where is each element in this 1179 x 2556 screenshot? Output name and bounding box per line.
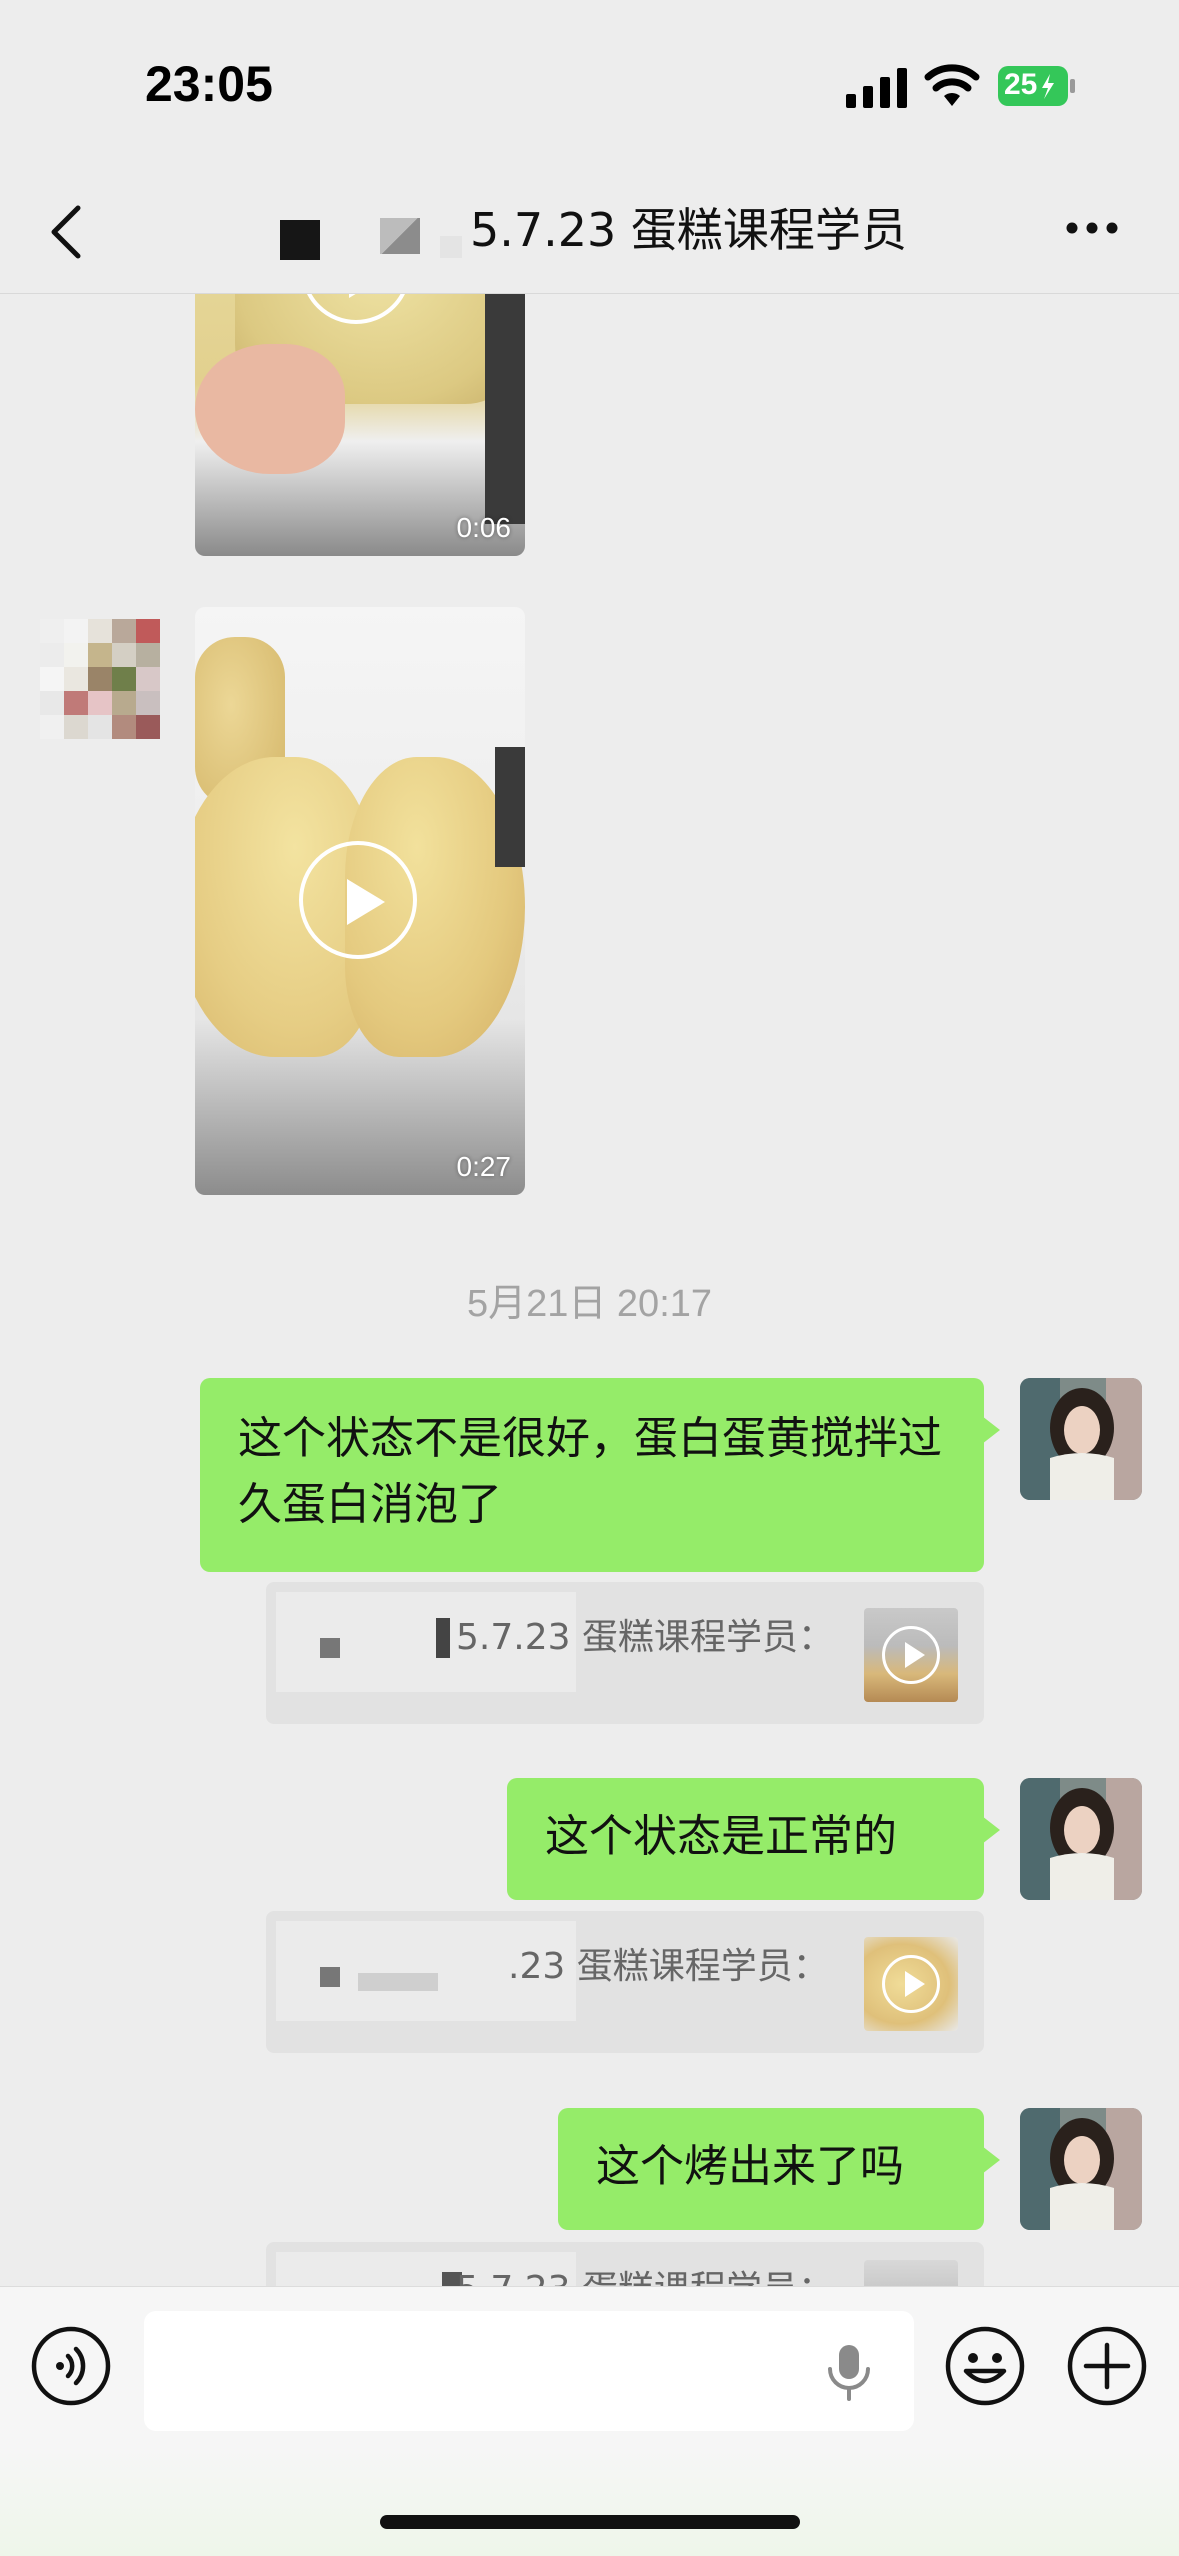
quoted-text: 5.7.23 蛋糕课程学员： bbox=[456, 1617, 834, 1658]
battery-level: 25 bbox=[1004, 68, 1038, 101]
microphone-icon[interactable] bbox=[824, 2343, 874, 2401]
redaction-block bbox=[380, 218, 420, 254]
home-indicator[interactable] bbox=[380, 2515, 800, 2529]
avatar[interactable] bbox=[1020, 2108, 1142, 2230]
message-input[interactable] bbox=[144, 2311, 914, 2431]
avatar[interactable] bbox=[40, 619, 160, 739]
quoted-message[interactable]: .23 蛋糕课程学员： bbox=[266, 1911, 984, 2053]
timestamp-separator: 5月21日 20:17 bbox=[466, 1283, 713, 1325]
quoted-text: .23 蛋糕课程学员： bbox=[508, 1946, 829, 1987]
redaction-block bbox=[436, 1618, 450, 1658]
message-bubble[interactable]: 这个烤出来了吗 bbox=[558, 2108, 1000, 2230]
redaction-block bbox=[358, 1973, 438, 1991]
video-thumbnail[interactable] bbox=[864, 1608, 958, 1702]
avatar[interactable] bbox=[1020, 1778, 1142, 1900]
play-icon bbox=[882, 1626, 940, 1684]
plus-icon[interactable] bbox=[1066, 2325, 1148, 2407]
redaction-block bbox=[440, 236, 462, 258]
chat-messages[interactable]: 0:06 0:27 5月21日 20:17 这个状态不是很好，蛋白蛋黄搅拌过久蛋… bbox=[0, 294, 1179, 2294]
video-duration: 0:27 bbox=[456, 1151, 512, 1182]
avatar[interactable] bbox=[1020, 1378, 1142, 1500]
play-icon bbox=[299, 841, 417, 959]
video-message[interactable]: 0:27 bbox=[195, 607, 525, 1195]
redaction-block bbox=[280, 220, 320, 260]
chat-title: 5.7.23 蛋糕课程学员 bbox=[470, 203, 907, 257]
emoji-icon[interactable] bbox=[944, 2325, 1026, 2407]
message-bubble[interactable]: 这个状态是正常的 bbox=[507, 1778, 1000, 1900]
video-message[interactable]: 0:06 bbox=[195, 294, 525, 556]
message-bubble[interactable]: 这个状态不是很好，蛋白蛋黄搅拌过久蛋白消泡了 bbox=[200, 1378, 1000, 1572]
cellular-signal-icon bbox=[846, 68, 907, 108]
voice-icon[interactable] bbox=[30, 2325, 112, 2407]
quoted-message[interactable]: 5.7.23 蛋糕课程学员： bbox=[266, 1582, 984, 1724]
status-bar: 23:05 25 bbox=[0, 0, 1179, 170]
battery-icon: 25 bbox=[998, 66, 1076, 106]
redaction-block bbox=[320, 1967, 340, 1987]
video-thumbnail[interactable] bbox=[864, 1937, 958, 2031]
video-duration: 0:06 bbox=[456, 512, 512, 543]
more-horizontal-icon[interactable] bbox=[1064, 216, 1120, 240]
nav-bar: 5.7.23 蛋糕课程学员 bbox=[0, 170, 1179, 294]
redaction-block bbox=[320, 1638, 340, 1658]
play-icon bbox=[882, 1955, 940, 2013]
wifi-icon bbox=[924, 64, 980, 106]
chevron-left-icon[interactable] bbox=[38, 200, 98, 264]
input-bar bbox=[0, 2286, 1179, 2556]
status-time: 23:05 bbox=[145, 56, 273, 112]
